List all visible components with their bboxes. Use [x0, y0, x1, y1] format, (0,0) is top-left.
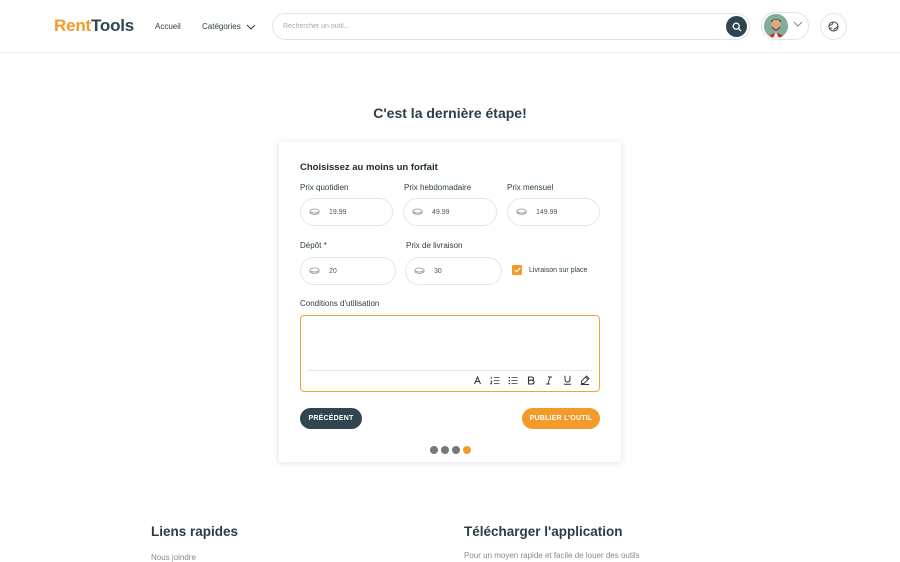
chevron-down-icon	[793, 21, 803, 27]
conditions-editor	[300, 315, 600, 392]
highlight-icon[interactable]	[579, 374, 591, 386]
globe-icon	[828, 21, 839, 32]
onsite-delivery-option: Livraison sur place	[512, 265, 587, 275]
coin-icon	[412, 208, 423, 215]
daily-price-field	[300, 198, 393, 226]
delivery-price-label: Prix de livraison	[406, 241, 463, 250]
download-app-text: Pour un moyen rapide et facile de louer …	[464, 551, 640, 560]
page-title: C'est la dernière étape!	[373, 105, 527, 121]
pricing-form-card: Choisissez au moins un forfait Prix quot…	[279, 142, 621, 462]
step-dot-2[interactable]	[441, 446, 449, 454]
monthly-price-input[interactable]	[536, 199, 591, 225]
logo-part-tools: Tools	[90, 16, 135, 35]
step-dot-4-active[interactable]	[463, 446, 471, 454]
coin-icon	[516, 208, 527, 215]
bold-icon[interactable]	[525, 374, 537, 386]
font-size-icon[interactable]	[471, 374, 483, 386]
editor-toolbar	[471, 374, 591, 386]
conditions-label: Conditions d'utilisation	[300, 299, 380, 308]
bullet-list-icon[interactable]	[507, 374, 519, 386]
form-title: Choisissez au moins un forfait	[300, 162, 438, 173]
italic-icon[interactable]	[543, 374, 555, 386]
chevron-down-icon	[246, 24, 256, 30]
onsite-delivery-checkbox[interactable]	[512, 265, 522, 275]
publish-tool-button[interactable]: PUBLIER L'OUTIL	[522, 408, 600, 429]
nav-categories-label: Catégories	[202, 22, 241, 31]
download-app-heading: Télécharger l'application	[464, 524, 623, 539]
contact-us-link[interactable]: Nous joindre	[151, 553, 196, 562]
search-bar	[272, 13, 750, 40]
monthly-price-field	[507, 198, 600, 226]
delivery-price-input[interactable]	[434, 258, 489, 284]
daily-price-input[interactable]	[329, 199, 384, 225]
weekly-price-field	[403, 198, 497, 226]
deposit-field	[300, 257, 396, 285]
weekly-price-input[interactable]	[432, 199, 487, 225]
weekly-price-label: Prix hebdomadaire	[404, 183, 472, 192]
language-button[interactable]	[820, 13, 847, 40]
deposit-label: Dépôt *	[300, 241, 327, 250]
avatar	[764, 14, 788, 38]
nav-home-link[interactable]: Accueil	[155, 22, 181, 31]
checkmark-icon	[513, 267, 521, 273]
search-icon	[732, 22, 741, 31]
quick-links-heading: Liens rapides	[151, 524, 239, 539]
daily-price-label: Prix quotidien	[300, 183, 349, 192]
coin-icon	[309, 208, 320, 215]
conditions-textarea[interactable]	[305, 320, 595, 368]
delivery-price-field	[405, 257, 502, 285]
search-button[interactable]	[726, 16, 747, 37]
editor-toolbar-divider	[307, 370, 593, 371]
top-header: RentTools Accueil Catégories	[0, 0, 900, 53]
step-indicator	[430, 446, 471, 454]
onsite-delivery-label: Livraison sur place	[529, 266, 588, 274]
coin-icon	[309, 267, 320, 274]
ordered-list-icon[interactable]	[489, 374, 501, 386]
logo-part-rent: Rent	[54, 16, 91, 35]
step-dot-1[interactable]	[430, 446, 438, 454]
previous-button[interactable]: PRÉCÉDENT	[300, 408, 362, 429]
step-dot-3[interactable]	[452, 446, 460, 454]
search-input[interactable]	[283, 14, 723, 39]
coin-icon	[414, 267, 425, 274]
logo[interactable]: RentTools	[54, 16, 134, 36]
underline-icon[interactable]	[561, 374, 573, 386]
nav-categories-dropdown[interactable]: Catégories	[202, 22, 256, 31]
user-menu[interactable]	[761, 12, 809, 40]
monthly-price-label: Prix mensuel	[507, 183, 554, 192]
deposit-input[interactable]	[329, 258, 384, 284]
